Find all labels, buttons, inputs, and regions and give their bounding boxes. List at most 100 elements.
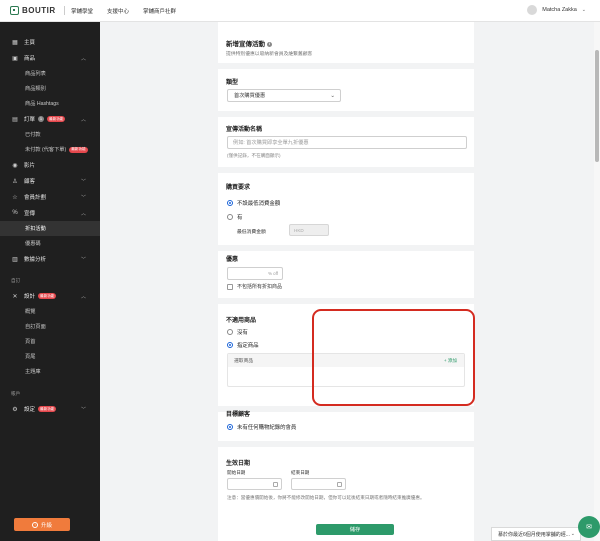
excl-none-radio[interactable]: 沒有 bbox=[227, 328, 248, 336]
sidebar-item-home[interactable]: ▦ 主頁 bbox=[0, 34, 100, 50]
sidebar-item-analytics[interactable]: ▥ 數據分析 ﹀ bbox=[0, 251, 100, 267]
section-divider bbox=[218, 245, 474, 251]
sidebar-sub-overview[interactable]: 概覽 bbox=[0, 304, 100, 319]
sidebar-sub-paid[interactable]: 已付款 bbox=[0, 127, 100, 142]
logo[interactable]: BOUTIR bbox=[10, 6, 58, 15]
type-select-value: 首次購買優惠 bbox=[234, 93, 266, 99]
discount-input[interactable]: % off bbox=[227, 267, 283, 280]
min-spend-label: 最低消費金額 bbox=[237, 230, 266, 235]
sidebar-sub-product-category[interactable]: 商品類別 bbox=[0, 81, 100, 96]
home-icon: ▦ bbox=[12, 39, 18, 46]
user-name: Matcha Zakka bbox=[542, 7, 577, 13]
exclude-discounted-checkbox[interactable]: 不包括所有折扣商品 bbox=[227, 283, 282, 290]
section-divider bbox=[218, 298, 474, 304]
excl-specific-radio[interactable]: 指定商品 bbox=[227, 341, 259, 349]
chevron-up-icon: ︿ bbox=[80, 210, 86, 217]
scroll-thumb[interactable] bbox=[595, 50, 599, 162]
new-feature-badge: 最新功能 bbox=[38, 406, 57, 412]
section-divider bbox=[218, 441, 474, 447]
sidebar-sub-coupon-codes[interactable]: 優惠碼 bbox=[0, 236, 100, 251]
name-label: 宣傳活動名稱 bbox=[226, 127, 263, 133]
upgrade-icon: ↑ bbox=[31, 521, 38, 528]
sidebar-item-label: 宣傳 bbox=[24, 211, 36, 217]
sidebar-item-videos[interactable]: ◉ 影片 bbox=[0, 157, 100, 173]
chevron-up-icon: ︿ bbox=[80, 55, 86, 62]
upgrade-button[interactable]: ↑ 升級 bbox=[14, 518, 70, 531]
date-section: 生效日期 bbox=[226, 458, 466, 467]
type-section: 類型 bbox=[226, 77, 466, 86]
radio-label: 不設最低消費金額 bbox=[237, 201, 281, 207]
chevron-down-icon: ﹀ bbox=[80, 256, 86, 263]
sidebar-sub-themes[interactable]: 主題庫 bbox=[0, 364, 100, 379]
sidebar-item-membership[interactable]: ☆ 會員計劃 ﹀ bbox=[0, 189, 100, 205]
scrollbar[interactable] bbox=[594, 22, 600, 541]
sidebar-section-custom: 自訂 bbox=[11, 278, 21, 283]
date-label: 生效日期 bbox=[226, 461, 251, 467]
sidebar-sub-product-list[interactable]: 商品列表 bbox=[0, 66, 100, 81]
chevron-down-icon: ﹀ bbox=[80, 178, 86, 185]
name-section: 宣傳活動名稱 bbox=[226, 124, 466, 133]
form-header: 新增宣傳活動 i 提供特別優惠以吸納新會員及維繫舊顧客 bbox=[226, 38, 466, 57]
sidebar-sub-product-hashtags[interactable]: 商品 Hashtags bbox=[0, 96, 100, 111]
chevron-down-icon: ﹀ bbox=[80, 194, 86, 201]
sidebar-sub-header[interactable]: 頁首 bbox=[0, 334, 100, 349]
sidebar-item-orders[interactable]: ▤ 訂單 1 最新功能 ︿ bbox=[0, 111, 100, 127]
min-spend-input[interactable]: HKD bbox=[289, 224, 329, 236]
promo-banner[interactable]: 慕於你最近6個月使用掌舖的經... ⌄ bbox=[491, 527, 581, 541]
top-nav: 掌舖學堂 支援中心 掌舖商戶社群 bbox=[58, 6, 190, 15]
sidebar-sub-discount-campaigns[interactable]: 折扣活動 bbox=[0, 221, 100, 236]
chevron-down-icon: ⌄ bbox=[330, 92, 335, 99]
sidebar-sub-label: 未付款 (代客下單) bbox=[25, 147, 67, 153]
info-icon[interactable]: i bbox=[267, 41, 272, 47]
start-date-label: 開始日期 bbox=[227, 470, 246, 475]
radio-selected bbox=[227, 424, 233, 430]
end-date-input[interactable] bbox=[291, 478, 346, 490]
sidebar-item-design[interactable]: ✕ 設計 最新功能 ︿ bbox=[0, 288, 100, 304]
sidebar-item-products[interactable]: ▣ 商品 ︿ bbox=[0, 50, 100, 66]
logo-text: BOUTIR bbox=[22, 6, 56, 15]
discount-section: 優惠 bbox=[226, 254, 466, 263]
campaign-name-input[interactable]: 例如: 首次購買即享全單九折優惠 bbox=[227, 136, 467, 149]
percent-icon: % bbox=[12, 210, 18, 216]
order-count-badge: 1 bbox=[38, 116, 45, 122]
radio-unselected bbox=[227, 214, 233, 220]
sidebar-item-promotions[interactable]: % 宣傳 ︿ bbox=[0, 205, 100, 221]
page-title-text: 新增宣傳活動 bbox=[226, 41, 265, 48]
user-icon: ♙ bbox=[12, 178, 18, 185]
nav-support-link[interactable]: 支援中心 bbox=[107, 7, 129, 15]
section-divider bbox=[218, 111, 474, 117]
calendar-icon bbox=[337, 482, 342, 487]
nav-academy-link[interactable]: 掌舖學堂 bbox=[71, 7, 93, 15]
sidebar-item-settings[interactable]: ⚙ 設定 最新功能 ﹀ bbox=[0, 401, 100, 417]
target-radio[interactable]: 未有任何購物紀錄的會員 bbox=[227, 423, 296, 431]
user-menu[interactable]: Matcha Zakka ⌄ bbox=[527, 5, 586, 15]
type-select[interactable]: 首次購買優惠 ⌄ bbox=[227, 89, 341, 102]
radio-label: 沒有 bbox=[237, 330, 248, 336]
sidebar-sub-footer[interactable]: 頁尾 bbox=[0, 349, 100, 364]
sidebar-item-label: 顧客 bbox=[24, 179, 36, 185]
calendar-icon bbox=[273, 482, 278, 487]
top-bar: BOUTIR 掌舖學堂 支援中心 掌舖商戶社群 Matcha Zakka ⌄ bbox=[0, 0, 600, 22]
nav-community-link[interactable]: 掌舖商戶社群 bbox=[143, 7, 176, 15]
target-section: 目標顧客 bbox=[226, 409, 466, 418]
sidebar-item-label: 主頁 bbox=[24, 40, 36, 46]
req-none-radio[interactable]: 不設最低消費金額 bbox=[227, 199, 280, 207]
promo-text: 慕於你最近6個月使用掌舖的經... bbox=[498, 531, 570, 538]
chat-button[interactable]: ✉ bbox=[578, 516, 600, 538]
discount-suffix: % off bbox=[268, 271, 278, 276]
type-label: 類型 bbox=[226, 80, 239, 86]
sidebar-item-customers[interactable]: ♙ 顧客 ﹀ bbox=[0, 173, 100, 189]
sidebar-item-label: 設計 bbox=[24, 294, 36, 300]
sidebar: ▦ 主頁 ▣ 商品 ︿ 商品列表 商品類別 商品 Hashtags ▤ 訂單 1 最新功能 ︿… bbox=[0, 22, 100, 541]
requirement-label: 購買要求 bbox=[226, 185, 251, 191]
sidebar-sub-unpaid[interactable]: 未付款 (代客下單) 最新功能 bbox=[0, 142, 100, 157]
sidebar-sub-custom-pages[interactable]: 自訂頁面 bbox=[0, 319, 100, 334]
receipt-icon: ▤ bbox=[12, 116, 18, 123]
save-button[interactable]: 儲存 bbox=[316, 524, 394, 535]
chevron-up-icon: ︿ bbox=[80, 116, 86, 123]
req-yes-radio[interactable]: 有 bbox=[227, 213, 242, 221]
sidebar-item-label: 會員計劃 bbox=[24, 195, 47, 201]
start-date-input[interactable] bbox=[227, 478, 282, 490]
new-feature-badge: 最新功能 bbox=[38, 293, 57, 299]
chevron-down-icon[interactable]: ⌄ bbox=[571, 531, 575, 537]
